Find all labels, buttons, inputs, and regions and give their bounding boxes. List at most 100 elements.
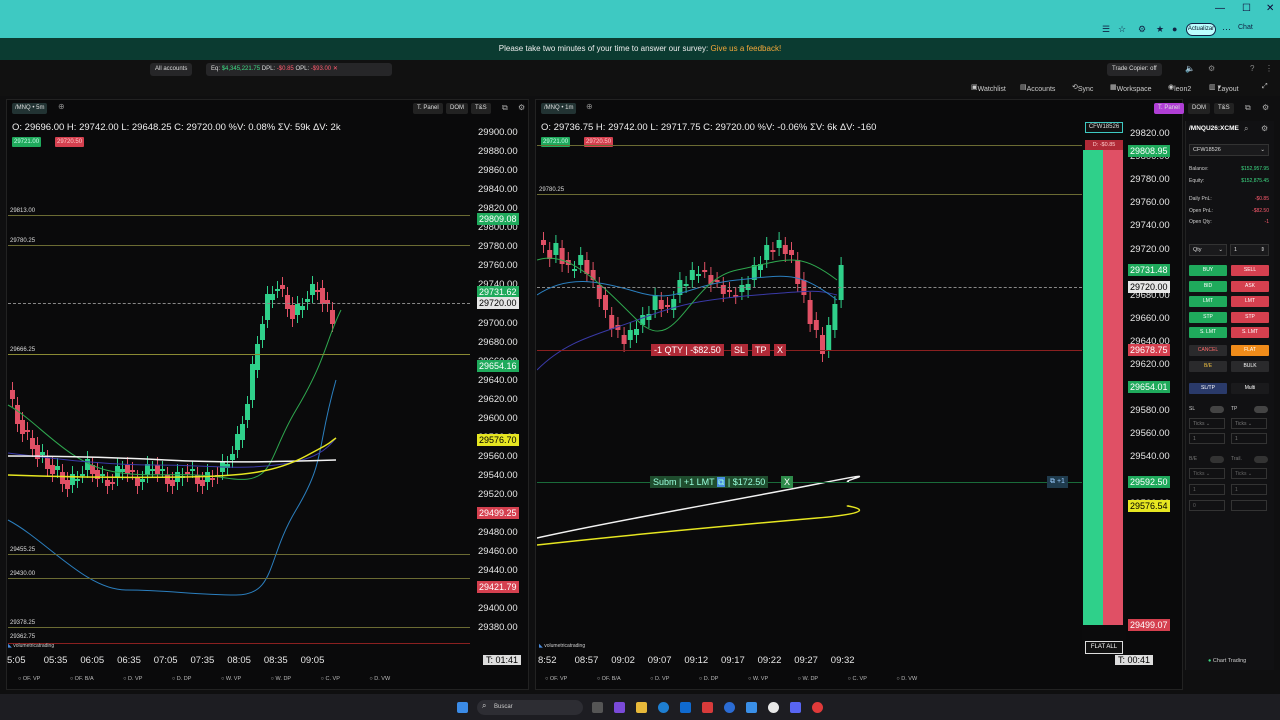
be-ticks-input[interactable]: 1 [1189,484,1225,495]
bid-button[interactable]: BID [1189,281,1227,292]
tab-d-dp[interactable]: ○ D. DP [699,676,733,682]
tab-d-vp[interactable]: ○ D. VP [650,676,683,682]
right-dom-button[interactable]: DOM [1188,103,1210,114]
layout-button[interactable]: ▥ Layout ▾ [1209,83,1239,93]
feedback-link[interactable]: Give us a feedback! [710,44,781,53]
close-position-button[interactable]: X [774,344,787,356]
app-icon[interactable] [702,702,713,713]
close-icon[interactable]: ✕ [1266,3,1274,14]
trade-copier-status[interactable]: Trade Copier: off [1107,63,1162,76]
tab-d-dp[interactable]: ○ D. DP [172,676,206,682]
tab-of-vp[interactable]: ○ OF. VP [18,676,54,682]
tab-of-ba[interactable]: ○ OF. B/A [597,676,635,682]
task-view-icon[interactable] [592,702,603,713]
take-profit-button[interactable]: TP [752,344,770,356]
trail-ticks-input[interactable]: 1 [1231,484,1267,495]
accounts-button[interactable]: ▤ Accounts [1020,83,1055,93]
all-accounts-select[interactable]: All accounts [150,63,193,76]
sell-limit-button[interactable]: LMT [1231,296,1269,307]
file-explorer-icon[interactable] [636,702,647,713]
left-tpanel-button[interactable]: T. Panel [413,103,443,114]
right-chart-canvas[interactable] [537,120,1080,655]
menu-icon[interactable]: ⋮ [1265,64,1273,73]
sl-ticks-select[interactable]: Ticks ⌄ [1189,418,1225,429]
left-ts-button[interactable]: T&S [471,103,491,114]
account-select[interactable]: CFW18526 ⌄ [1189,144,1269,156]
breakeven-button[interactable]: B/E [1189,361,1227,372]
sl-ticks-input[interactable]: 1 [1189,433,1225,444]
help-icon[interactable] [724,702,735,713]
buy-stop-limit-button[interactable]: S. LMT [1189,327,1227,338]
stop-loss-button[interactable]: SL [731,344,749,356]
tab-c-vp[interactable]: ○ C. VP [848,676,881,682]
order-right-tag[interactable]: ⧉ +1 [1047,476,1068,488]
flat-button[interactable]: FLAT [1231,345,1269,356]
position-tag[interactable]: -1 QTY | -$82.50 [651,344,724,356]
add-chart-icon[interactable]: ⊕ [58,102,65,111]
discord-icon[interactable] [790,702,801,713]
left-symbol-tab[interactable]: /MNQ • 5m [12,103,48,114]
bulk-button[interactable]: BULK [1231,361,1269,372]
be-ticks-select[interactable]: Ticks ⌄ [1189,468,1225,479]
buy-stop-button[interactable]: STP [1189,312,1227,323]
chat-button[interactable]: Chat [1238,24,1253,31]
qty-input[interactable]: 1 ⇕ [1230,244,1269,256]
tab-of-ba[interactable]: ○ OF. B/A [70,676,108,682]
collections-icon[interactable]: ★ [1156,24,1164,35]
settings-icon[interactable]: ⚙ [518,103,525,112]
tp-ticks-input[interactable]: 1 [1231,433,1267,444]
trail-offset-input[interactable] [1231,500,1267,511]
user-button[interactable]: ◉ leon2 [1168,83,1191,93]
search-icon[interactable]: ⌕ [1244,124,1248,134]
maximize-icon[interactable]: ☐ [1242,3,1251,14]
popout-icon[interactable]: ⧉ [1245,103,1251,113]
update-button[interactable]: Actualizar [1186,23,1216,36]
sell-stop-limit-button[interactable]: S. LMT [1231,327,1269,338]
settings-icon[interactable]: ⋯ [1222,24,1231,35]
tab-w-vp[interactable]: ○ W. VP [221,676,255,682]
help-icon[interactable]: ? [1250,64,1254,73]
tab-d-vw[interactable]: ○ D. VW [369,676,404,682]
chrome-icon[interactable] [768,702,779,713]
gear-icon[interactable]: ⚙ [1261,124,1268,133]
buy-limit-button[interactable]: LMT [1189,296,1227,307]
close-icon[interactable]: ✕ [333,66,338,72]
mute-icon[interactable]: 🔈 [1185,64,1195,73]
tab-of-vp[interactable]: ○ OF. VP [545,676,581,682]
tab-sl-tp[interactable]: SL/TP [1189,383,1227,394]
flat-all-button[interactable]: FLAT ALL [1085,641,1123,654]
extensions-icon[interactable]: ⚙ [1138,24,1146,35]
tp-toggle[interactable] [1254,406,1268,413]
account-tag[interactable]: CFW18526 [1085,122,1123,133]
settings-icon[interactable]: ⚙ [1262,103,1269,112]
reader-icon[interactable]: ☰ [1102,24,1110,35]
favorites-icon[interactable]: ☆ [1118,24,1126,35]
workspace-button[interactable]: ▦ Workspace [1110,83,1152,93]
tab-multi[interactable]: Multi [1231,383,1269,394]
tp-ticks-select[interactable]: Ticks ⌄ [1231,418,1267,429]
left-chart-canvas[interactable] [6,120,474,655]
watchlist-button[interactable]: ▣ Watchlist [971,83,1006,93]
sell-stop-button[interactable]: STP [1231,312,1269,323]
taskbar-search[interactable]: Buscar [477,700,583,715]
tab-c-vp[interactable]: ○ C. VP [321,676,354,682]
mail-icon[interactable] [746,702,757,713]
qty-select[interactable]: Qty ⌄ [1189,244,1227,256]
working-order-tag[interactable]: Subm | +1 LMT ⧉ | $172.50 [650,476,769,488]
sync-button[interactable]: ⟲ Sync [1072,83,1093,93]
fullscreen-icon[interactable]: ⤢ [1262,83,1268,91]
tab-d-vp[interactable]: ○ D. VP [123,676,156,682]
copilot-icon[interactable] [614,702,625,713]
cancel-order-button[interactable]: X [781,476,794,488]
popout-icon[interactable]: ⧉ [502,103,508,113]
left-dom-button[interactable]: DOM [446,103,468,114]
tab-w-dp[interactable]: ○ W. DP [271,676,305,682]
sell-button[interactable]: SELL [1231,265,1269,276]
ask-button[interactable]: ASK [1231,281,1269,292]
trail-toggle[interactable] [1254,456,1268,463]
cancel-button[interactable]: CANCEL [1189,345,1227,356]
tab-w-dp[interactable]: ○ W. DP [798,676,832,682]
right-tpanel-button[interactable]: T. Panel [1154,103,1184,114]
add-chart-icon[interactable]: ⊕ [586,102,593,111]
recording-icon[interactable] [812,702,823,713]
